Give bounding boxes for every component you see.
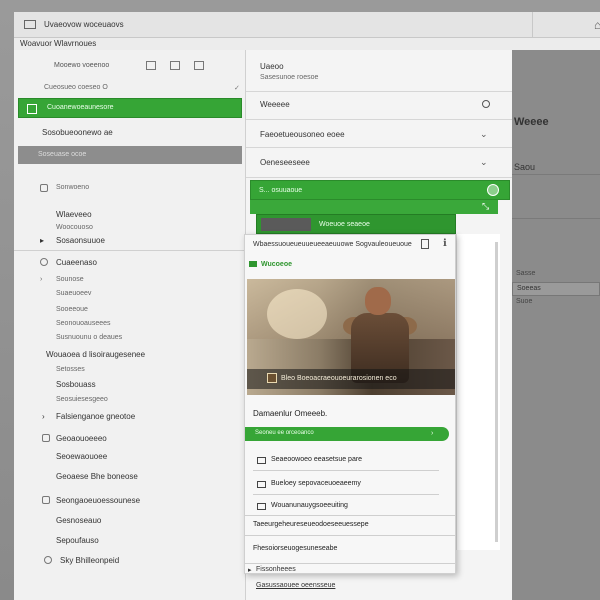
settings-row[interactable]: Uaeoo Sasesunoe roesoe [246,58,512,92]
section-icon [249,261,257,268]
chevron-right-icon: ▸ [40,236,45,245]
game-icon [267,373,277,383]
chevron-down-icon: ✓ [234,85,240,92]
window-title: Uvaeovow woceuaovs [44,20,124,29]
circle-icon [40,258,48,266]
sidebar-item-selected[interactable]: Soseuase ocoe [18,146,242,164]
hero-image: Bleo Boeoacraeouoeurarosionen eco [247,279,455,395]
option-row[interactable]: Seaeoowoeo eeasetsue pare [253,453,439,471]
field-label: Sasse [516,270,536,277]
globe-icon [44,556,52,564]
right-small-text: Suoe [516,298,533,305]
divider [512,174,600,175]
folder-icon [40,184,48,192]
settings-row[interactable]: Faeoetueousoneo eoee ⌄ [246,120,512,148]
menu-bar: Woavuor Wlavrnoues [14,38,600,50]
notification-bar[interactable]: S... osuuaoue [250,180,510,200]
title-bar: Uvaeovow woceuaovs ⌂ [14,12,600,38]
expand-icon[interactable]: ⤡ [482,201,489,212]
right-field[interactable]: Soeeas [512,282,600,296]
scrollbar[interactable] [495,242,498,542]
export-icon[interactable] [194,61,204,70]
right-heading: Weeee [514,116,549,128]
card-header: Wbaessuoueueuueueeaeuuowe Sogvauleoueuou… [253,241,412,248]
screen: Uvaeovow woceuaovs ⌂ Woavuor Wlavrnoues … [0,0,600,600]
window-icon [24,20,36,29]
checkbox-icon[interactable] [257,457,266,464]
divider [512,218,600,219]
toolbar-label: Mooewo voeenoo [54,62,110,69]
right-subheading: Saou [514,162,536,172]
divider [14,250,246,251]
chevron-down-icon[interactable]: ⌄ [480,157,488,168]
notification-bar[interactable]: Woeuoe seaeoe [256,214,456,234]
document-icon [42,434,50,442]
footer-item[interactable]: ▸ Fissonheees [248,566,296,574]
chevron-right-icon: › [40,276,43,283]
sidebar: Mooewo voeenoo Cueosueo coeseo O ✓ Cuoan… [14,50,246,600]
radio-button[interactable] [482,100,490,108]
user-icon[interactable]: ⌂ [594,18,600,32]
sidebar-item-active[interactable]: Cuoanewoeaunesore [18,98,242,118]
checkbox-icon[interactable] [257,481,266,488]
divider [245,563,455,564]
list-item[interactable]: Taeeurgeheureseueodoeseeuessepe [253,521,449,528]
card-side-panel [456,234,500,550]
settings-row[interactable]: Oeneseeseee ⌄ [246,148,512,178]
option-row[interactable]: Bueloey sepovaceuoeaeemy [253,477,439,495]
chevron-down-icon[interactable]: ⌄ [480,129,488,140]
footer-link[interactable]: Gasussaouee oeensseue [256,582,335,589]
section-label: Wucoeoe [249,261,292,268]
copy-icon[interactable] [421,239,429,249]
title-separator [532,12,533,38]
image-icon [42,496,50,504]
chevron-right-icon: ▸ [248,567,252,574]
info-icon[interactable]: ℹ [443,238,447,249]
list-item[interactable]: Fhesoiorseuogesuneseabe [253,545,449,552]
book-icon[interactable] [146,61,156,70]
chevron-right-icon: › [431,430,434,437]
checkbox-icon [27,104,37,114]
card-description: Damaenlur Omeeeb. [253,409,328,418]
detail-card: Wbaessuoueueuueueeaeuuowe Sogvauleoueuou… [244,234,456,574]
avatar[interactable] [487,184,499,196]
chevron-right-icon: › [42,412,45,421]
menu-item[interactable]: Woavuor [20,39,52,48]
toolbar: Mooewo voeenoo [14,58,246,74]
notification-bar[interactable]: ⤡ [250,200,498,214]
menu-item[interactable]: Wlavrnoues [54,39,96,48]
divider [245,535,455,536]
settings-row[interactable]: Weeeee [246,90,512,120]
checkbox-icon[interactable] [257,503,266,510]
thumbnail [261,218,311,231]
right-panel: Weeee Saou Sasse Soeeas Suoe [512,50,600,600]
list-icon[interactable] [170,61,180,70]
divider [245,515,455,516]
selected-option[interactable]: Seoneu ee orceoanco › [245,427,449,441]
hero-caption: Bleo Boeoacraeouoeurarosionen eco [281,375,397,382]
